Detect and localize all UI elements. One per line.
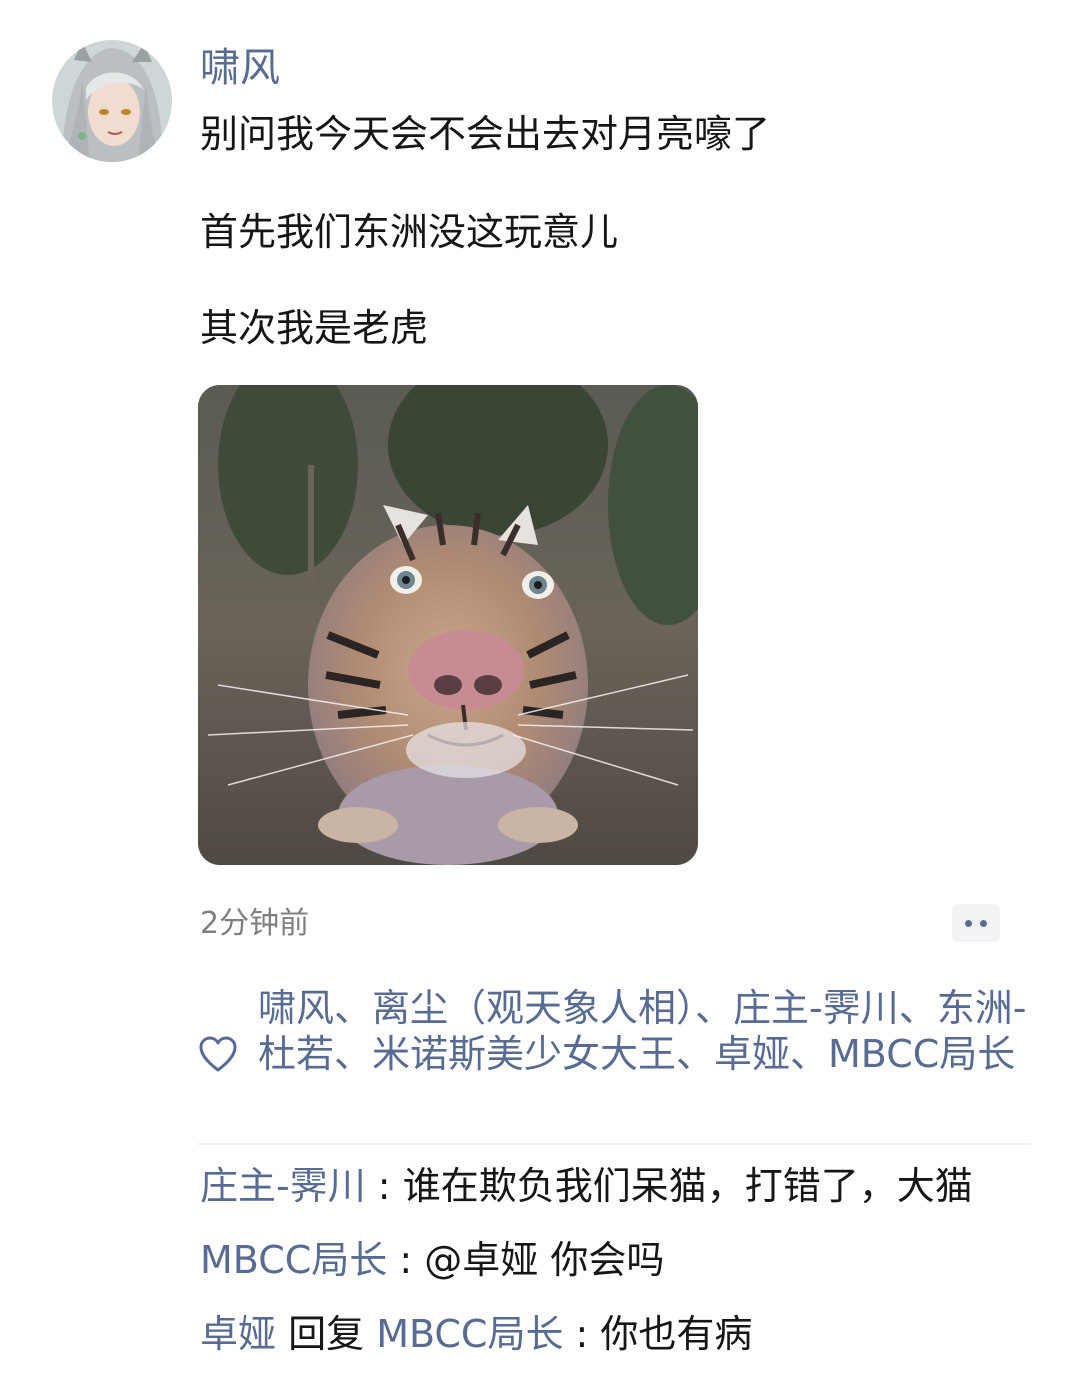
post-image[interactable]: [198, 385, 698, 865]
post-text-line-1: 别问我今天会不会出去对月亮嚎了: [200, 112, 771, 156]
comment-separator: :: [563, 1312, 601, 1356]
comment-row[interactable]: 卓娅 回复 MBCC局长 : 你也有病: [200, 1308, 752, 1360]
likes-list[interactable]: 啸风、离尘（观天象人相）、庄主-霁川、东洲-杜若、米诺斯美少女大王、卓娅、MBC…: [258, 985, 1028, 1077]
comment-author[interactable]: MBCC局长: [200, 1238, 387, 1282]
comment-text: 你也有病: [600, 1312, 753, 1356]
divider: [198, 1143, 1030, 1145]
comment-text: @卓娅 你会吗: [424, 1238, 665, 1282]
comment-row[interactable]: MBCC局长 : @卓娅 你会吗: [200, 1234, 664, 1286]
avatar[interactable]: [52, 40, 172, 162]
more-dots-icon[interactable]: [952, 904, 1000, 942]
comment-separator: :: [365, 1164, 403, 1208]
comment-separator: :: [387, 1238, 425, 1282]
reply-word: 回复: [276, 1312, 377, 1356]
comment-author[interactable]: 庄主-霁川: [200, 1164, 366, 1208]
post-text-line-2: 首先我们东洲没这玩意儿: [200, 210, 619, 254]
reply-to-author[interactable]: MBCC局长: [376, 1312, 563, 1356]
dot: [965, 919, 972, 927]
post-text-line-3: 其次我是老虎: [200, 306, 429, 350]
comment-author[interactable]: 卓娅: [200, 1312, 276, 1356]
post-time: 2分钟前: [200, 906, 310, 941]
comment-row[interactable]: 庄主-霁川 : 谁在欺负我们呆猫，打错了，大猫: [200, 1160, 973, 1212]
post-author[interactable]: 啸风: [200, 40, 280, 96]
heart-icon: [199, 1036, 237, 1072]
dot: [980, 919, 987, 927]
comment-text: 谁在欺负我们呆猫，打错了，大猫: [402, 1164, 973, 1208]
moments-post: 啸风 别问我今天会不会出去对月亮嚎了 首先我们东洲没这玩意儿 其次我是老虎 2分…: [0, 0, 1080, 1388]
